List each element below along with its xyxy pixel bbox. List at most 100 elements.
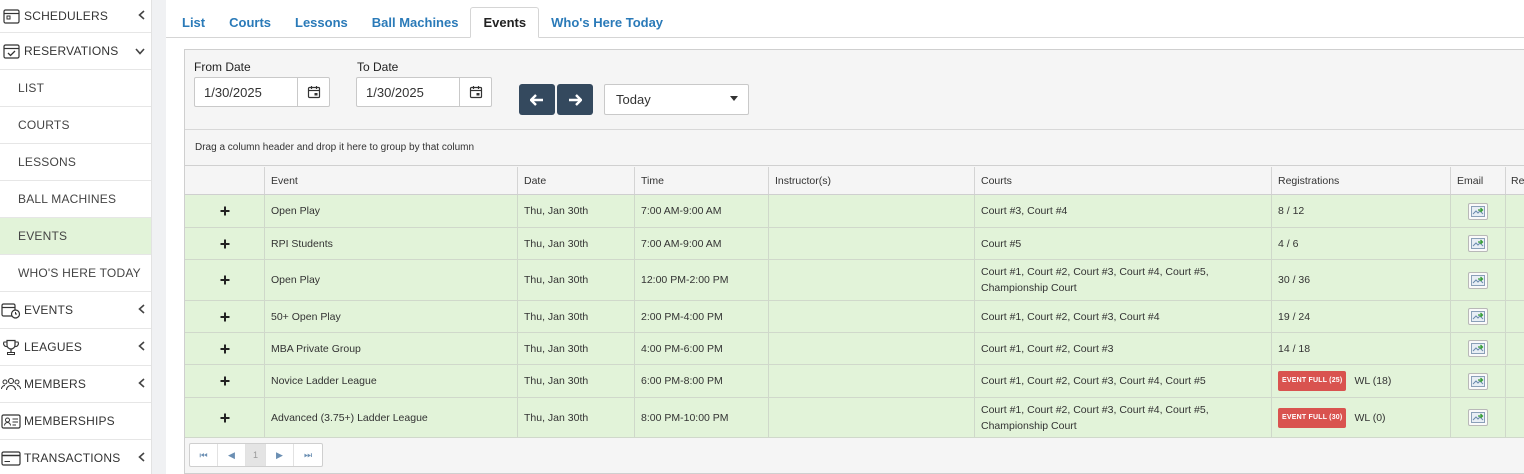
event-time: 7:00 AM-9:00 AM [635,228,769,259]
column-header-time[interactable]: Time [635,167,769,194]
tab-lessons[interactable]: Lessons [283,7,360,37]
next-page-button[interactable]: ▶ [266,444,294,466]
registrations-value: 4 / 6 [1278,237,1299,250]
column-header-email[interactable]: Email [1451,167,1506,194]
chevron-left-icon[interactable] [138,451,145,465]
calendar-icon[interactable] [297,78,329,106]
tab-list[interactable]: List [170,7,217,37]
table-row[interactable]: 50+ Open Play Thu, Jan 30th 2:00 PM-4:00 P… [185,301,1524,333]
email-icon[interactable] [1468,372,1488,390]
credit-card-icon [0,449,22,467]
column-header-event[interactable]: Event [265,167,518,194]
extra-cell [1506,260,1524,300]
event-name[interactable]: Advanced (3.75+) Ladder League [265,398,518,437]
tab-events[interactable]: Events [470,7,540,38]
email-icon[interactable] [1468,271,1488,289]
column-header-expand[interactable] [185,167,265,194]
grid-header: Event Date Time Instructor(s) Courts Registra… [185,167,1524,195]
column-header-courts[interactable]: Courts [975,167,1272,194]
registrations-value: 14 / 18 [1278,342,1311,355]
plus-icon [220,275,229,285]
sidebar-item-courts-sub[interactable]: COURTS [0,107,151,144]
chevron-left-icon[interactable] [138,340,145,354]
sidebar-item-list-sub[interactable]: LIST [0,70,151,107]
tab-who-s-here-today[interactable]: Who's Here Today [539,7,675,37]
email-icon[interactable] [1468,202,1488,220]
expand-row-button[interactable] [185,333,265,364]
sidebar-item-ball-machines-sub[interactable]: BALL MACHINES [0,181,151,218]
email-icon[interactable] [1468,235,1488,252]
event-name[interactable]: 50+ Open Play [265,301,518,332]
tab-ball-machines[interactable]: Ball Machines [360,7,471,37]
table-row[interactable]: Open Play Thu, Jan 30th 7:00 AM-9:00 AM Cou… [185,195,1524,228]
expand-row-button[interactable] [185,301,265,332]
sidebar-item-lessons-sub[interactable]: LESSONS [0,144,151,181]
registrations-value: 30 / 36 [1278,274,1311,286]
table-row[interactable]: MBA Private Group Thu, Jan 30th 4:00 PM-6:… [185,333,1524,365]
table-row[interactable]: RPI Students Thu, Jan 30th 7:00 AM-9:00 AM… [185,228,1524,260]
expand-row-button[interactable] [185,398,265,437]
registrations-value: WL (18) [1354,375,1392,387]
column-header-registrations[interactable]: Registrations [1272,167,1451,194]
event-name[interactable]: Open Play [265,195,518,227]
column-header-date[interactable]: Date [518,167,635,194]
calendar-icon[interactable] [459,78,491,106]
sidebar-item-reservations[interactable]: RESERVATIONS [0,33,151,70]
email-icon[interactable] [1468,340,1488,357]
first-page-button[interactable]: ⏮ [190,444,218,466]
previous-day-button[interactable] [519,84,555,115]
next-page-icon: ▶ [276,449,283,460]
chevron-left-icon[interactable] [138,303,145,317]
column-header-re[interactable]: Re [1506,167,1524,194]
last-page-button[interactable]: ⏭ [294,444,322,466]
plus-icon [220,239,229,248]
expand-row-button[interactable] [185,228,265,259]
from-date-field[interactable]: 1/30/2025 [194,77,330,107]
chevron-left-icon[interactable] [138,377,145,391]
chevron-left-icon[interactable] [138,9,145,23]
event-instructor [769,365,975,397]
table-row[interactable]: Open Play Thu, Jan 30th 12:00 PM-2:00 PM Co… [185,260,1524,301]
extra-cell [1506,365,1524,397]
sidebar-item-schedulers[interactable]: SCHEDULERS [0,0,151,33]
sidebar-item-events-sub[interactable]: EVENTS [0,218,151,255]
trophy-icon [0,338,22,356]
from-date-value[interactable]: 1/30/2025 [195,85,297,100]
table-row[interactable]: Novice Ladder League Thu, Jan 30th 6:00 PM… [185,365,1524,398]
event-name[interactable]: Open Play [265,260,518,300]
event-courts: Court #1, Court #2, Court #3, Court #4 [975,301,1272,332]
expand-row-button[interactable] [185,195,265,227]
from-date-label: From Date [194,60,251,74]
sidebar-item-events[interactable]: EVENTS [0,292,151,329]
sidebar-item-label: COURTS [18,118,70,132]
events-grid: Event Date Time Instructor(s) Courts Registra… [185,167,1524,438]
event-name[interactable]: RPI Students [265,228,518,259]
group-drop-area[interactable]: Drag a column header and drop it here to… [185,130,1524,166]
event-name[interactable]: Novice Ladder League [265,365,518,397]
sidebar-item-who-s-here-today-sub[interactable]: WHO'S HERE TODAY [0,255,151,292]
sidebar-item-label: RESERVATIONS [24,44,119,58]
sidebar-item-label: LIST [18,81,45,95]
sidebar-item-transactions[interactable]: TRANSACTIONS [0,440,151,474]
prev-page-button[interactable]: ◀ [218,444,246,466]
caret-down-icon [730,96,738,101]
next-day-button[interactable] [557,84,593,115]
sidebar-item-members[interactable]: MEMBERS [0,366,151,403]
extra-cell [1506,228,1524,259]
column-header-instructor-s-[interactable]: Instructor(s) [769,167,975,194]
event-name[interactable]: MBA Private Group [265,333,518,364]
chevron-down-icon[interactable] [135,44,145,58]
expand-row-button[interactable] [185,365,265,397]
email-icon[interactable] [1468,308,1488,325]
tab-courts[interactable]: Courts [217,7,283,37]
sidebar-item-memberships[interactable]: MEMBERSHIPS [0,403,151,440]
sidebar-item-leagues[interactable]: LEAGUES [0,329,151,366]
expand-row-button[interactable] [185,260,265,300]
plus-icon [220,376,229,386]
table-row[interactable]: Advanced (3.75+) Ladder League Thu, Jan 3… [185,398,1524,438]
to-date-field[interactable]: 1/30/2025 [356,77,492,107]
period-select[interactable]: Today [604,84,749,115]
current-page[interactable]: 1 [246,444,266,466]
to-date-value[interactable]: 1/30/2025 [357,85,459,100]
email-icon[interactable] [1468,409,1488,426]
